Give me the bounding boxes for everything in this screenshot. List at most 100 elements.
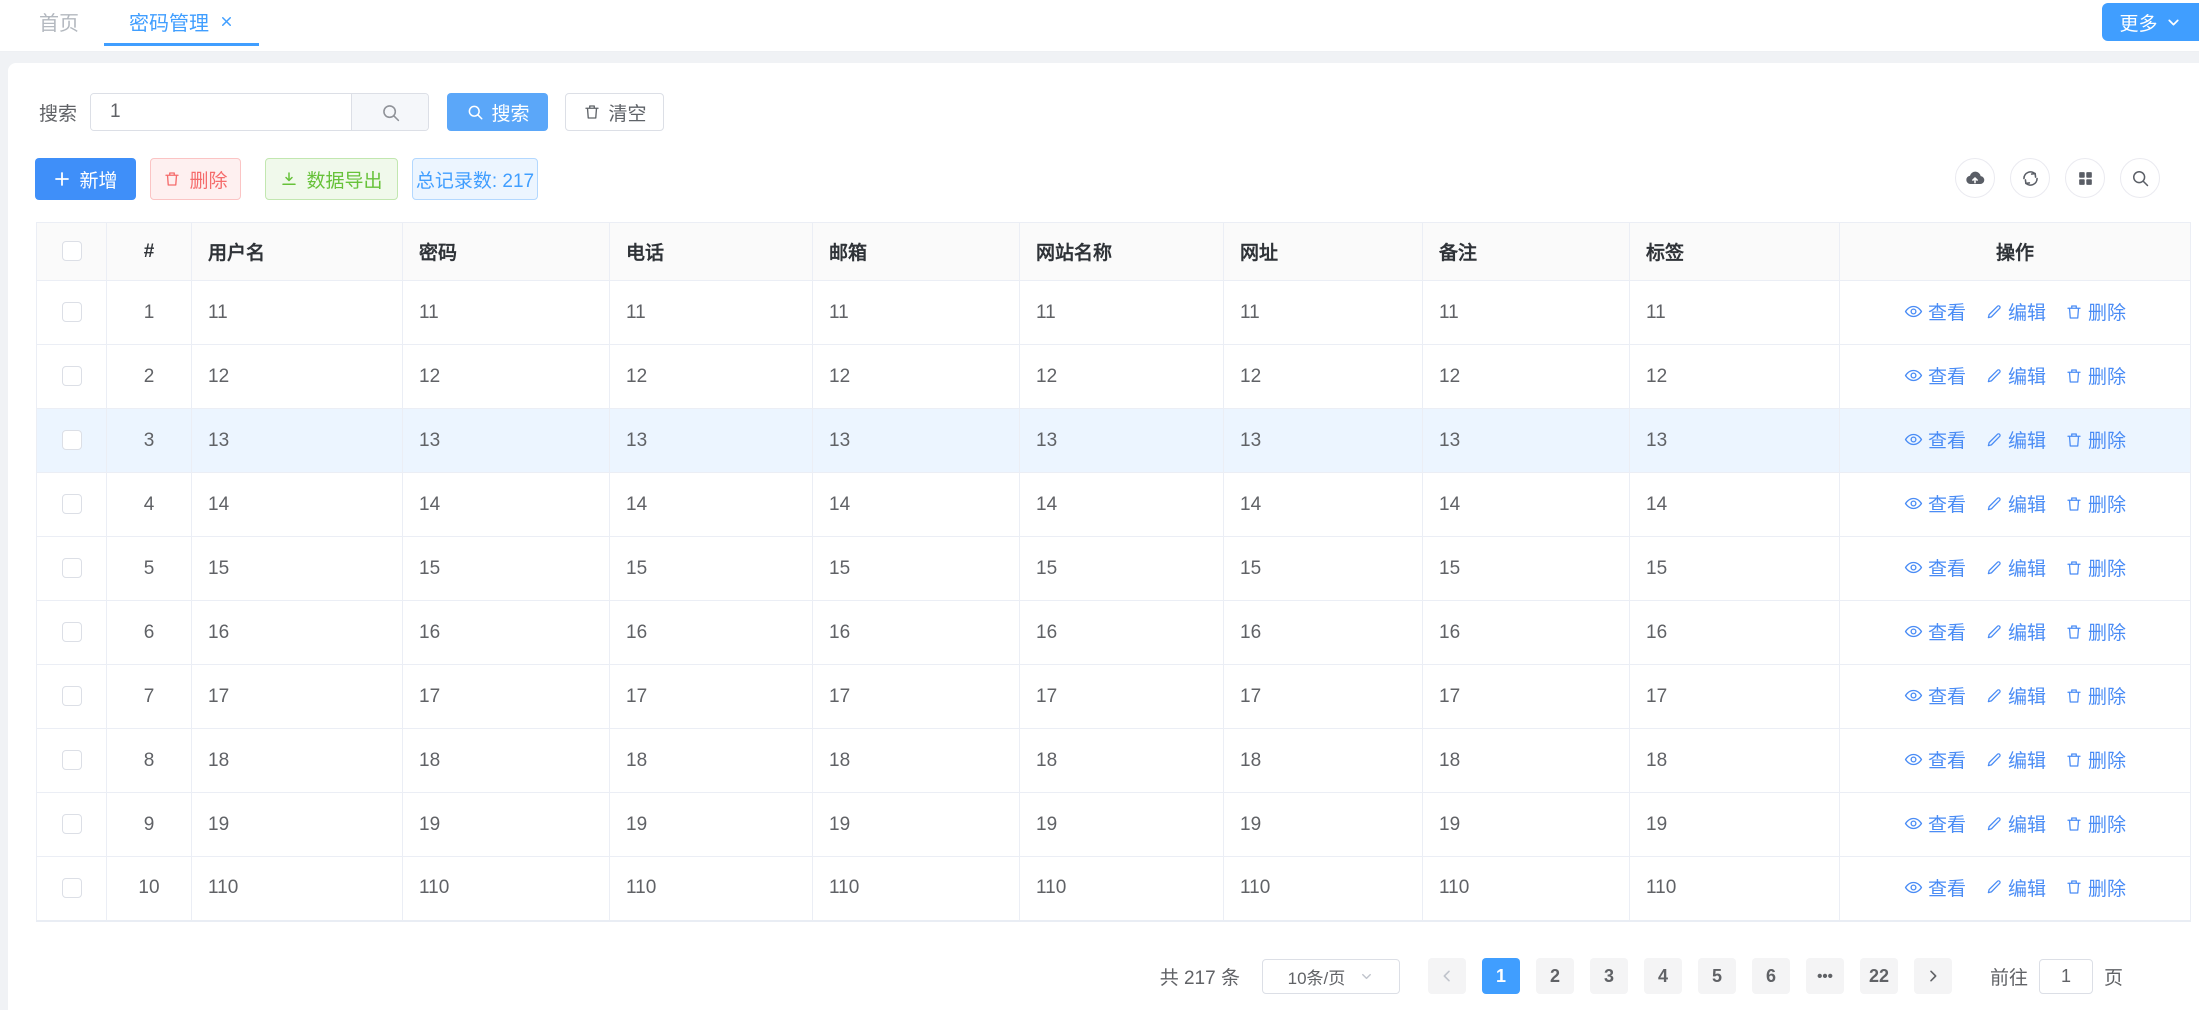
delete-link[interactable]: 删除 xyxy=(2065,682,2126,709)
row-checkbox[interactable] xyxy=(62,302,82,322)
row-checkbox[interactable] xyxy=(62,686,82,706)
search-button[interactable]: 搜索 xyxy=(447,93,548,131)
delete-link[interactable]: 删除 xyxy=(2065,874,2126,901)
delete-link[interactable]: 删除 xyxy=(2065,618,2126,645)
row-checkbox-cell xyxy=(37,281,107,345)
export-button[interactable]: 数据导出 xyxy=(265,158,398,200)
column-header: 操作 xyxy=(1840,223,2191,281)
view-link[interactable]: 查看 xyxy=(1904,426,1966,453)
delete-link[interactable]: 删除 xyxy=(2065,490,2126,517)
view-link[interactable]: 查看 xyxy=(1904,874,1966,901)
search-button-label: 搜索 xyxy=(492,99,530,126)
search-input-append[interactable] xyxy=(351,94,428,130)
row-checkbox[interactable] xyxy=(62,814,82,834)
row-checkbox-cell xyxy=(37,665,107,729)
eye-icon xyxy=(1904,430,1923,449)
search-icon xyxy=(2130,168,2150,188)
table-cell: 110 xyxy=(192,857,403,921)
view-link[interactable]: 查看 xyxy=(1904,554,1966,581)
page-number-button[interactable]: 22 xyxy=(1860,958,1898,994)
row-checkbox-cell xyxy=(37,793,107,857)
edit-link[interactable]: 编辑 xyxy=(1985,746,2046,773)
view-link[interactable]: 查看 xyxy=(1904,746,1966,773)
zoom-search-button[interactable] xyxy=(2120,158,2160,198)
grid-columns-button[interactable] xyxy=(2065,158,2105,198)
column-header: # xyxy=(107,223,192,281)
row-checkbox[interactable] xyxy=(62,494,82,514)
delete-link[interactable]: 删除 xyxy=(2065,362,2126,389)
table-cell: 110 xyxy=(813,857,1020,921)
refresh-button[interactable] xyxy=(2010,158,2050,198)
goto-page-input[interactable] xyxy=(2039,959,2093,994)
edit-link[interactable]: 编辑 xyxy=(1985,810,2046,837)
row-checkbox[interactable] xyxy=(62,366,82,386)
edit-link[interactable]: 编辑 xyxy=(1985,874,2046,901)
table-cell: 15 xyxy=(1423,537,1630,601)
add-button[interactable]: 新增 xyxy=(35,158,136,200)
select-all-checkbox[interactable] xyxy=(62,241,82,261)
row-checkbox[interactable] xyxy=(62,878,82,898)
page-number-button[interactable]: 3 xyxy=(1590,958,1628,994)
table-cell: 15 xyxy=(403,537,610,601)
table-cell: 15 xyxy=(813,537,1020,601)
clear-button[interactable]: 清空 xyxy=(565,93,664,131)
delete-link[interactable]: 删除 xyxy=(2065,298,2126,325)
table-cell: 12 xyxy=(610,345,813,409)
page-ellipsis-button[interactable]: ••• xyxy=(1806,958,1844,994)
table-cell: 16 xyxy=(1423,601,1630,665)
table-cell: 13 xyxy=(192,409,403,473)
table-row: 51515151515151515查看编辑删除 xyxy=(37,537,2191,601)
delete-link[interactable]: 删除 xyxy=(2065,810,2126,837)
delete-link[interactable]: 删除 xyxy=(2065,746,2126,773)
page-number-button[interactable]: 4 xyxy=(1644,958,1682,994)
edit-link[interactable]: 编辑 xyxy=(1985,618,2046,645)
edit-link[interactable]: 编辑 xyxy=(1985,298,2046,325)
page-number-button[interactable]: 2 xyxy=(1536,958,1574,994)
edit-link[interactable]: 编辑 xyxy=(1985,490,2046,517)
more-button[interactable]: 更多 xyxy=(2102,3,2199,41)
tab-password-management[interactable]: 密码管理 xyxy=(104,0,259,46)
table-row: 21212121212121212查看编辑删除 xyxy=(37,345,2191,409)
row-checkbox[interactable] xyxy=(62,430,82,450)
edit-link[interactable]: 编辑 xyxy=(1985,554,2046,581)
tab-home[interactable]: 首页 xyxy=(14,0,104,46)
page-size-value: 10条/页 xyxy=(1288,964,1346,989)
download-icon xyxy=(280,170,298,188)
view-link[interactable]: 查看 xyxy=(1904,298,1966,325)
table-cell: 14 xyxy=(192,473,403,537)
row-checkbox[interactable] xyxy=(62,558,82,578)
more-button-label: 更多 xyxy=(2119,9,2157,36)
search-icon xyxy=(466,103,484,121)
page-number-button[interactable]: 1 xyxy=(1482,958,1520,994)
view-link[interactable]: 查看 xyxy=(1904,810,1966,837)
tab-close-icon[interactable] xyxy=(219,14,234,29)
table-body: 11111111111111111查看编辑删除21212121212121212… xyxy=(37,281,2191,921)
row-checkbox[interactable] xyxy=(62,750,82,770)
row-actions-cell: 查看编辑删除 xyxy=(1840,601,2191,665)
view-link[interactable]: 查看 xyxy=(1904,682,1966,709)
search-input[interactable] xyxy=(91,94,351,130)
row-actions-cell: 查看编辑删除 xyxy=(1840,537,2191,601)
table-cell: 13 xyxy=(403,409,610,473)
delete-link[interactable]: 删除 xyxy=(2065,554,2126,581)
prev-page-button[interactable] xyxy=(1428,958,1466,994)
view-link[interactable]: 查看 xyxy=(1904,618,1966,645)
trash-icon xyxy=(2065,367,2083,385)
next-page-button[interactable] xyxy=(1914,958,1952,994)
view-link[interactable]: 查看 xyxy=(1904,362,1966,389)
page-size-select[interactable]: 10条/页 xyxy=(1262,959,1400,994)
cloud-upload-button[interactable] xyxy=(1955,158,1995,198)
page-number-button[interactable]: 5 xyxy=(1698,958,1736,994)
column-header: 密码 xyxy=(403,223,610,281)
table-cell: 16 xyxy=(1630,601,1840,665)
edit-link[interactable]: 编辑 xyxy=(1985,426,2046,453)
page-number-button[interactable]: 6 xyxy=(1752,958,1790,994)
view-link[interactable]: 查看 xyxy=(1904,490,1966,517)
row-index: 5 xyxy=(107,537,192,601)
delete-link[interactable]: 删除 xyxy=(2065,426,2126,453)
edit-link[interactable]: 编辑 xyxy=(1985,362,2046,389)
edit-link[interactable]: 编辑 xyxy=(1985,682,2046,709)
row-checkbox[interactable] xyxy=(62,622,82,642)
table-cell: 12 xyxy=(1423,345,1630,409)
delete-button[interactable]: 删除 xyxy=(150,158,241,200)
